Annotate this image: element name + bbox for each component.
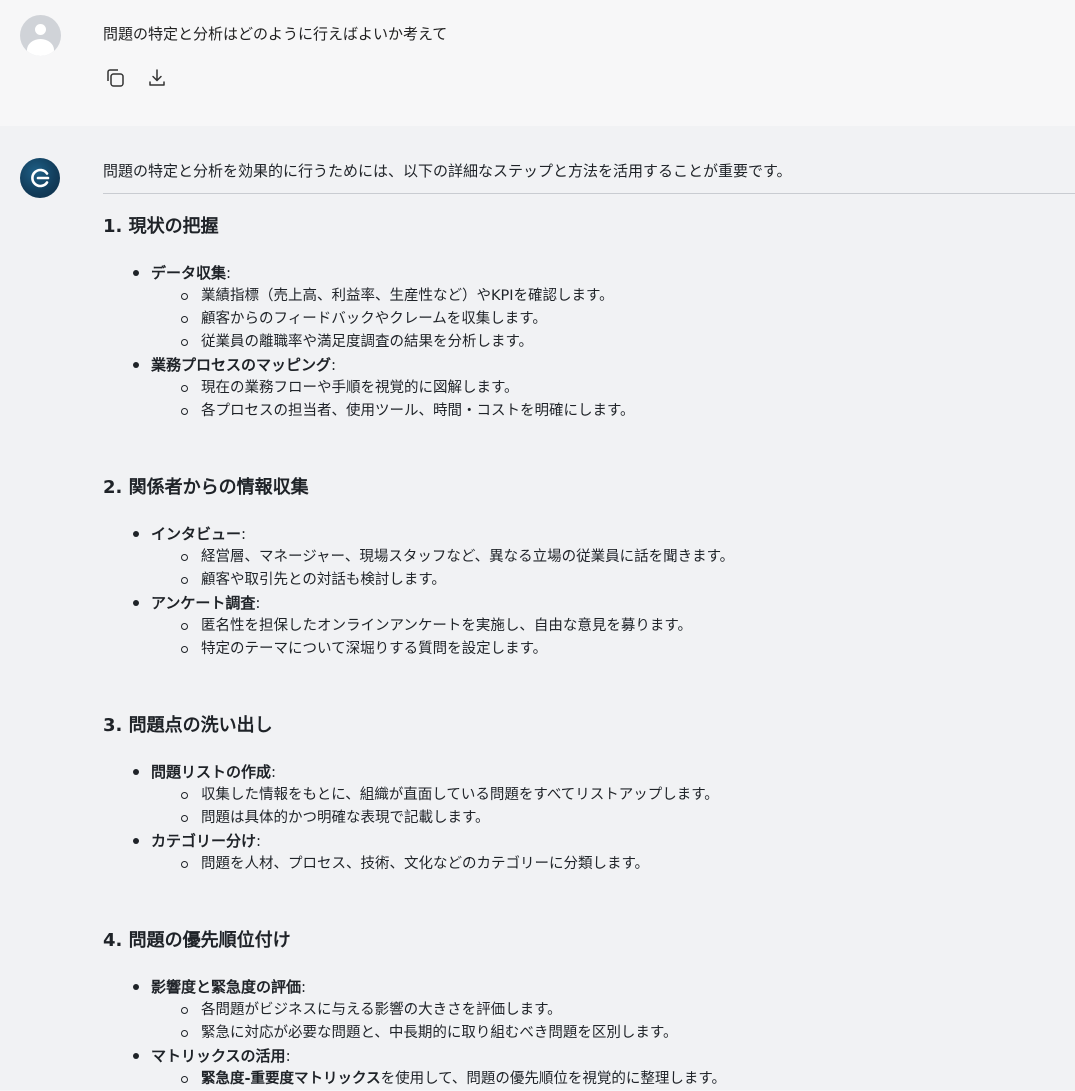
sub-list-item: 経営層、マネージャー、現場スタッフなど、異なる立場の従業員に話を聞きます。	[151, 546, 734, 569]
user-avatar	[20, 15, 61, 56]
assistant-logo-icon	[31, 168, 50, 188]
section-list: 問題リストの作成: 収集した情報をもとに、組織が直面している問題をすべてリストア…	[103, 761, 719, 876]
assistant-content: 問題の特定と分析を効果的に行うためには、以下の詳細なステップと方法を活用すること…	[103, 160, 1075, 1087]
item-title: 問題リストの作成	[151, 763, 272, 781]
item-colon: :	[301, 978, 307, 996]
item-title: カテゴリー分け	[151, 832, 257, 850]
section-2: 2. 関係者からの情報収集 インタビュー: 経営層、マネージャー、現場スタッフな…	[103, 473, 734, 661]
user-message: 問題の特定と分析はどのように行えばよいか考えて	[0, 0, 1075, 126]
copy-icon	[107, 69, 124, 87]
list-item: 業務プロセスのマッピング: 現在の業務フローや手順を視覚的に図解します。 各プロ…	[103, 354, 635, 423]
sub-list: 現在の業務フローや手順を視覚的に図解します。 各プロセスの担当者、使用ツール、時…	[151, 377, 635, 423]
sub-list-item: 特定のテーマについて深堀りする質問を設定します。	[151, 638, 734, 661]
sub-item-text: を使用して、問題の優先順位を視覚的に整理します。	[380, 1071, 726, 1087]
item-title: マトリックスの活用	[151, 1047, 286, 1065]
download-button[interactable]	[145, 66, 169, 90]
sub-list-item: 顧客や取引先との対話も検討します。	[151, 569, 734, 592]
item-colon: :	[271, 763, 277, 781]
list-item: インタビュー: 経営層、マネージャー、現場スタッフなど、異なる立場の従業員に話を…	[103, 523, 734, 592]
sub-list-item: 各問題がビジネスに与える影響の大きさを評価します。	[151, 999, 726, 1022]
sub-list-item: 問題は具体的かつ明確な表現で記載します。	[151, 807, 719, 830]
section-heading: 2. 関係者からの情報収集	[103, 477, 309, 498]
section-4: 4. 問題の優先順位付け 影響度と緊急度の評価: 各問題がビジネスに与える影響の…	[103, 926, 726, 1091]
sub-list: 業績指標（売上高、利益率、生産性など）やKPIを確認します。 顧客からのフィード…	[151, 285, 635, 354]
sub-list-item: 現在の業務フローや手順を視覚的に図解します。	[151, 377, 635, 400]
item-title: データ収集	[151, 264, 227, 282]
user-message-text: 問題の特定と分析はどのように行えばよいか考えて	[103, 25, 448, 43]
sub-list: 匿名性を担保したオンラインアンケートを実施し、自由な意見を募ります。 特定のテー…	[151, 615, 734, 661]
sub-list-item: 匿名性を担保したオンラインアンケートを実施し、自由な意見を募ります。	[151, 615, 734, 638]
copy-button[interactable]	[103, 66, 127, 90]
download-icon	[149, 69, 165, 86]
emphasis-text: 緊急度-重要度マトリックス	[201, 1071, 381, 1087]
sub-list-item: 各プロセスの担当者、使用ツール、時間・コストを明確にします。	[151, 400, 635, 423]
item-colon: :	[256, 832, 262, 850]
section-3: 3. 問題点の洗い出し 問題リストの作成: 収集した情報をもとに、組織が直面して…	[103, 711, 719, 876]
sub-list-item: 業績指標（売上高、利益率、生産性など）やKPIを確認します。	[151, 285, 635, 308]
item-colon: :	[255, 594, 261, 612]
sub-list-item: 問題を人材、プロセス、技術、文化などのカテゴリーに分類します。	[151, 853, 719, 876]
item-title: アンケート調査	[151, 594, 256, 612]
list-item: マトリックスの活用: 緊急度-重要度マトリックスを使用して、問題の優先順位を視覚…	[103, 1045, 726, 1091]
list-item: アンケート調査: 匿名性を担保したオンラインアンケートを実施し、自由な意見を募り…	[103, 592, 734, 661]
section-list: インタビュー: 経営層、マネージャー、現場スタッフなど、異なる立場の従業員に話を…	[103, 523, 734, 661]
list-item: 問題リストの作成: 収集した情報をもとに、組織が直面している問題をすべてリストア…	[103, 761, 719, 830]
sub-list-item: 緊急に対応が必要な問題と、中長期的に取り組むべき問題を区別します。	[151, 1022, 726, 1045]
section-heading: 1. 現状の把握	[103, 216, 219, 237]
item-colon: :	[241, 525, 247, 543]
item-title: 影響度と緊急度の評価	[151, 978, 302, 996]
section-heading: 3. 問題点の洗い出し	[103, 715, 273, 736]
assistant-message: 問題の特定と分析を効果的に行うためには、以下の詳細なステップと方法を活用すること…	[0, 126, 1075, 1090]
sub-list-item: 収集した情報をもとに、組織が直面している問題をすべてリストアップします。	[151, 784, 719, 807]
sub-list-item: 従業員の離職率や満足度調査の結果を分析します。	[151, 331, 635, 354]
item-colon: :	[331, 356, 337, 374]
sub-list: 緊急度-重要度マトリックスを使用して、問題の優先順位を視覚的に整理します。	[151, 1068, 726, 1091]
assistant-avatar	[20, 158, 60, 198]
item-colon: :	[285, 1047, 291, 1065]
section-heading: 4. 問題の優先順位付け	[103, 930, 291, 951]
sub-list: 問題を人材、プロセス、技術、文化などのカテゴリーに分類します。	[151, 853, 719, 876]
list-item: 影響度と緊急度の評価: 各問題がビジネスに与える影響の大きさを評価します。 緊急…	[103, 976, 726, 1045]
list-item: カテゴリー分け: 問題を人材、プロセス、技術、文化などのカテゴリーに分類します。	[103, 830, 719, 876]
item-title: インタビュー	[151, 525, 242, 543]
sub-list: 収集した情報をもとに、組織が直面している問題をすべてリストアップします。 問題は…	[151, 784, 719, 830]
section-1: 1. 現状の把握 データ収集: 業績指標（売上高、利益率、生産性など）やKPIを…	[103, 212, 635, 423]
section-list: データ収集: 業績指標（売上高、利益率、生産性など）やKPIを確認します。 顧客…	[103, 262, 635, 423]
item-colon: :	[226, 264, 232, 282]
sub-list-item: 顧客からのフィードバックやクレームを収集します。	[151, 308, 635, 331]
sub-list: 各問題がビジネスに与える影響の大きさを評価します。 緊急に対応が必要な問題と、中…	[151, 999, 726, 1045]
message-actions	[103, 66, 169, 90]
assistant-intro: 問題の特定と分析を効果的に行うためには、以下の詳細なステップと方法を活用すること…	[103, 160, 1075, 194]
sub-list: 経営層、マネージャー、現場スタッフなど、異なる立場の従業員に話を聞きます。 顧客…	[151, 546, 734, 592]
sub-list-item: 緊急度-重要度マトリックスを使用して、問題の優先順位を視覚的に整理します。	[151, 1068, 726, 1091]
list-item: データ収集: 業績指標（売上高、利益率、生産性など）やKPIを確認します。 顧客…	[103, 262, 635, 354]
item-title: 業務プロセスのマッピング	[151, 356, 332, 374]
section-list: 影響度と緊急度の評価: 各問題がビジネスに与える影響の大きさを評価します。 緊急…	[103, 976, 726, 1091]
